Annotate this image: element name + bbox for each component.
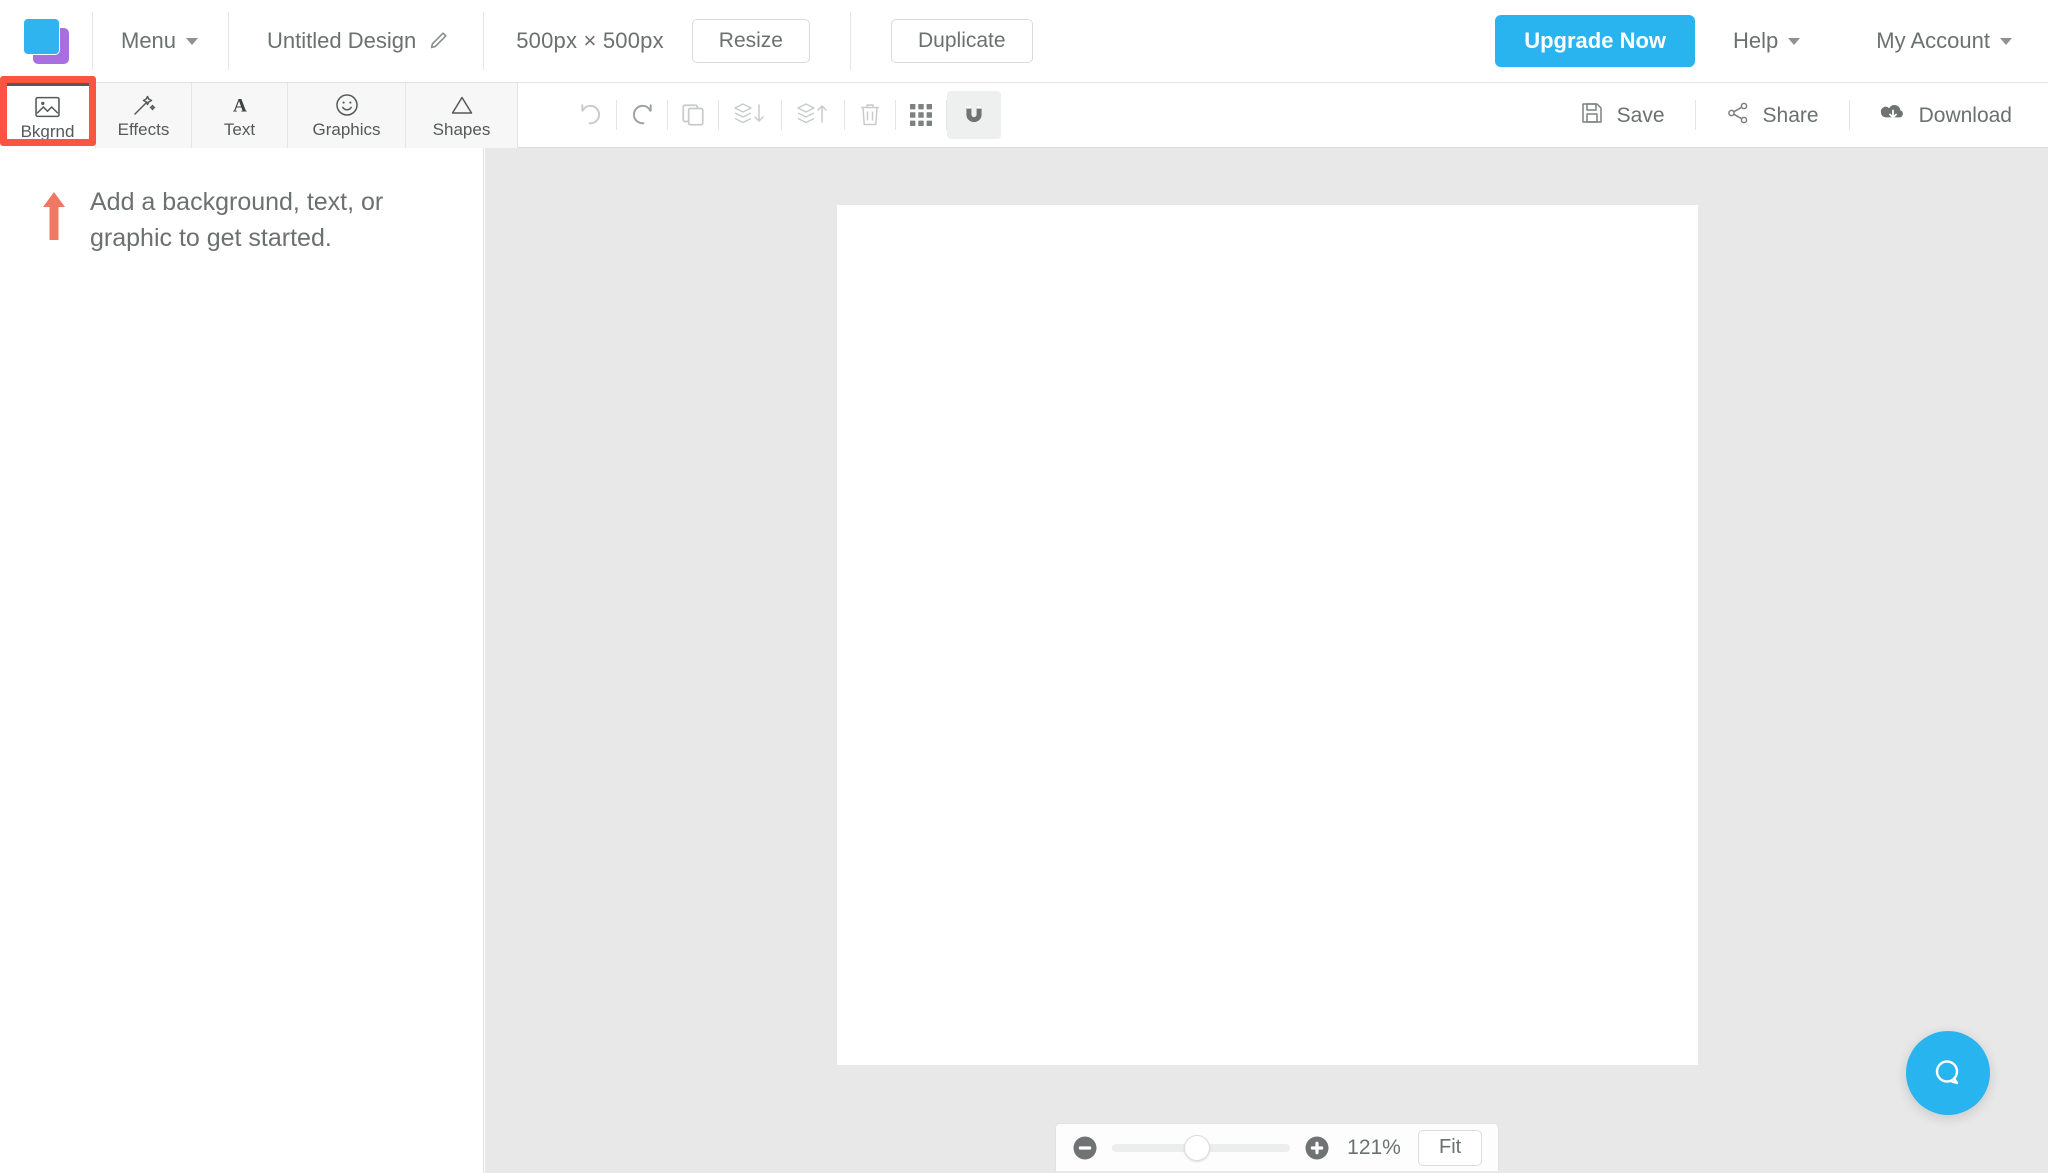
download-label: Download bbox=[1918, 103, 2012, 127]
share-label: Share bbox=[1762, 103, 1819, 127]
header-divider bbox=[850, 12, 851, 70]
share-icon bbox=[1726, 101, 1750, 131]
download-cloud-icon bbox=[1880, 101, 1906, 131]
tab-bkgrnd[interactable]: Bkgrnd bbox=[0, 83, 96, 148]
zoom-fit-button[interactable]: Fit bbox=[1418, 1129, 1483, 1166]
design-canvas[interactable] bbox=[837, 205, 1698, 1065]
toolbar-actions bbox=[566, 83, 1001, 147]
letter-a-icon: A bbox=[229, 93, 251, 117]
send-backward-button[interactable] bbox=[719, 93, 781, 137]
duplicate-layer-button[interactable] bbox=[668, 93, 718, 137]
magic-wand-icon bbox=[132, 93, 156, 117]
undo-arrow-icon bbox=[581, 104, 600, 125]
tab-shapes-label: Shapes bbox=[432, 120, 491, 139]
workspace[interactable] bbox=[485, 148, 2048, 1173]
upgrade-now-button[interactable]: Upgrade Now bbox=[1495, 15, 1696, 67]
image-icon bbox=[35, 95, 60, 119]
chevron-down-icon bbox=[2000, 37, 2012, 45]
tab-text-label: Text bbox=[223, 120, 256, 139]
grid-dots-icon bbox=[910, 104, 932, 126]
my-account-menu[interactable]: My Account bbox=[1838, 28, 2048, 54]
top-header: Menu Untitled Design 500px × 500px Resiz… bbox=[0, 0, 2048, 83]
minus-circle-icon bbox=[1073, 1136, 1097, 1159]
chat-bubble-icon bbox=[1935, 1060, 1959, 1085]
zoom-in-button[interactable] bbox=[1304, 1135, 1330, 1161]
zoom-out-button[interactable] bbox=[1072, 1135, 1098, 1161]
zoom-slider[interactable] bbox=[1112, 1134, 1290, 1161]
copy-icon bbox=[682, 104, 704, 126]
duplicate-button[interactable]: Duplicate bbox=[891, 19, 1033, 63]
tab-graphics-label: Graphics bbox=[312, 120, 381, 139]
resize-button[interactable]: Resize bbox=[691, 19, 810, 63]
download-button[interactable]: Download bbox=[1850, 83, 2048, 148]
magnet-icon bbox=[966, 105, 982, 123]
document-title[interactable]: Untitled Design bbox=[229, 28, 483, 54]
canvas-dimensions: 500px × 500px bbox=[516, 28, 664, 53]
empty-state-hint-text: Add a background, text, or graphic to ge… bbox=[90, 188, 384, 253]
menu-button[interactable]: Menu bbox=[93, 28, 228, 54]
redo-arrow-icon bbox=[633, 104, 652, 125]
save-icon bbox=[1580, 101, 1604, 131]
chevron-down-icon bbox=[1788, 37, 1801, 45]
trash-icon bbox=[861, 104, 879, 126]
pencil-icon[interactable] bbox=[427, 30, 449, 52]
layers-down-icon bbox=[734, 103, 764, 124]
tab-graphics[interactable]: Graphics bbox=[288, 83, 406, 148]
left-sidebar: Add a background, text, or graphic to ge… bbox=[0, 148, 484, 1173]
undo-button[interactable] bbox=[566, 93, 616, 137]
my-account-label: My Account bbox=[1876, 28, 1990, 53]
zoom-controls: 121% Fit bbox=[1055, 1123, 1500, 1171]
tab-bkgrnd-label: Bkgrnd bbox=[20, 121, 75, 141]
layers-up-icon bbox=[797, 103, 827, 124]
tool-tabs: Bkgrnd Effects A Text Graphics Shapes bbox=[0, 83, 518, 148]
chevron-down-icon bbox=[186, 37, 199, 45]
grid-button[interactable] bbox=[896, 93, 946, 137]
zoom-slider-thumb[interactable] bbox=[1184, 1134, 1211, 1161]
tab-shapes[interactable]: Shapes bbox=[406, 83, 518, 148]
delete-button[interactable] bbox=[845, 93, 895, 137]
help-menu[interactable]: Help bbox=[1695, 28, 1838, 54]
save-button[interactable]: Save bbox=[1550, 83, 1695, 148]
menu-label: Menu bbox=[121, 28, 177, 53]
smiley-icon bbox=[335, 93, 359, 117]
app-logo[interactable] bbox=[0, 0, 92, 83]
bring-forward-button[interactable] bbox=[782, 93, 844, 137]
tab-text[interactable]: A Text bbox=[192, 83, 288, 148]
empty-state-hint: Add a background, text, or graphic to ge… bbox=[0, 148, 483, 257]
snap-button[interactable] bbox=[947, 91, 1001, 139]
plus-circle-icon bbox=[1305, 1136, 1329, 1159]
zoom-level-value: 121% bbox=[1347, 1135, 1401, 1159]
document-title-label: Untitled Design bbox=[267, 28, 417, 53]
help-menu-label: Help bbox=[1733, 28, 1779, 53]
save-label: Save bbox=[1616, 103, 1665, 127]
help-chat-button[interactable] bbox=[1906, 1031, 1990, 1115]
app-root: Menu Untitled Design 500px × 500px Resiz… bbox=[0, 0, 2048, 1173]
svg-text:A: A bbox=[233, 95, 247, 116]
main-toolbar: Bkgrnd Effects A Text Graphics Shapes Sa… bbox=[0, 83, 2048, 148]
triangle-icon bbox=[450, 93, 474, 117]
up-arrow-icon bbox=[40, 184, 82, 247]
logo-square-blue bbox=[23, 18, 60, 55]
tab-effects[interactable]: Effects bbox=[96, 83, 192, 148]
redo-button[interactable] bbox=[617, 93, 667, 137]
tab-effects-label: Effects bbox=[117, 120, 170, 139]
share-button[interactable]: Share bbox=[1696, 83, 1849, 148]
